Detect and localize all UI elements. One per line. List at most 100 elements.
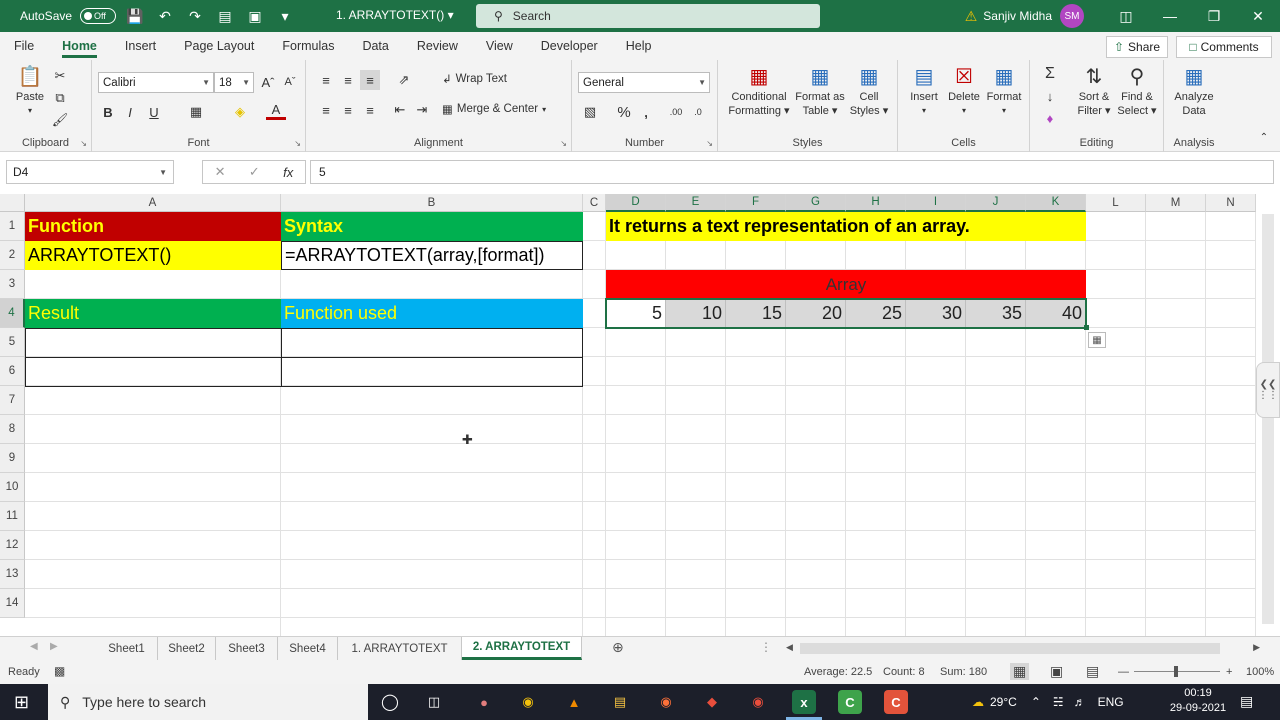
increase-font-icon[interactable]: Aˆ [258, 72, 278, 92]
volume-icon[interactable]: ♬ [1074, 695, 1086, 709]
cell-a4[interactable]: Result [25, 299, 281, 328]
conditional-formatting-button[interactable]: ▦ Conditional Formatting ▾ [724, 64, 794, 118]
delete-cells-button[interactable]: ☒ Delete ▾ [944, 64, 984, 118]
decrease-indent-icon[interactable]: ⇤ [390, 100, 410, 120]
underline-icon[interactable]: U [144, 102, 164, 122]
wrap-text-button[interactable]: ↲ Wrap Text [442, 72, 507, 86]
font-color-icon[interactable]: A [266, 102, 286, 120]
cell-b2[interactable]: =ARRAYTOTEXT(array,[format]) [281, 241, 583, 270]
sheet-tab-5[interactable]: 1. ARRAYTOTEXT [338, 637, 462, 660]
vlc-icon[interactable]: ▲ [562, 690, 586, 714]
cell-d3-array-header[interactable]: Array [606, 270, 1086, 299]
row-header-7[interactable]: 7 [0, 386, 25, 415]
add-sheet-icon[interactable]: ⊕ [612, 639, 624, 656]
tab-developer[interactable]: Developer [527, 32, 612, 60]
document-title[interactable]: 1. ARRAYTOTEXT() ▾ [336, 8, 454, 22]
cell-b6[interactable] [281, 357, 583, 386]
number-format-select[interactable]: General ▼ [578, 72, 710, 93]
tab-splitter-icon[interactable]: ⋮ [760, 640, 772, 654]
file-explorer-icon[interactable]: ▤ [608, 690, 632, 714]
sum-status[interactable]: Sum: 180 [940, 666, 987, 678]
fill-handle[interactable] [1084, 325, 1089, 330]
cell-styles-button[interactable]: ▦ Cell Styles ▾ [846, 64, 892, 118]
decrease-font-icon[interactable]: Aˇ [280, 72, 300, 92]
autosave-toggle[interactable]: Off [80, 8, 117, 24]
bold-icon[interactable]: B [98, 102, 118, 122]
array-value-cell[interactable]: 20 [786, 299, 846, 328]
quick-analysis-icon[interactable]: ▦ [1088, 332, 1106, 348]
tab-file[interactable]: File [0, 32, 48, 60]
increase-indent-icon[interactable]: ⇥ [412, 100, 432, 120]
app-icon-3[interactable]: ◉ [746, 690, 770, 714]
customize-qat-icon[interactable]: ▾ [274, 5, 296, 27]
page-layout-view-icon[interactable]: ▣ [1050, 663, 1063, 680]
font-size-select[interactable]: 18 ▼ [214, 72, 254, 93]
sheet-tab-1[interactable]: Sheet1 [96, 637, 158, 660]
collapse-ribbon-icon[interactable]: ⌃ [1254, 127, 1274, 147]
cell-d1[interactable]: It returns a text representation of an a… [606, 212, 1086, 241]
search-box[interactable]: ⚲ Search [476, 4, 820, 28]
align-middle-icon[interactable]: ≡ [338, 70, 358, 90]
close-icon[interactable]: ✕ [1236, 0, 1280, 32]
format-as-table-button[interactable]: ▦ Format as Table ▾ [792, 64, 848, 118]
autosum-icon[interactable]: Σ [1040, 64, 1060, 84]
fill-color-icon[interactable]: ◈ [230, 102, 250, 122]
vertical-scroll-thumb[interactable] [1262, 214, 1274, 624]
warning-icon[interactable]: ⚠ [965, 8, 978, 25]
row-header-14[interactable]: 14 [0, 589, 25, 618]
redo-icon[interactable]: ↷ [184, 5, 206, 27]
array-value-cell[interactable]: 40 [1026, 299, 1086, 328]
undo-icon[interactable]: ↶ [154, 5, 176, 27]
column-header-b[interactable]: B [281, 194, 583, 212]
horizontal-scrollbar[interactable]: ◀ ▶ [786, 642, 1260, 656]
array-value-cell[interactable]: 25 [846, 299, 906, 328]
temperature[interactable]: 29°C [990, 695, 1017, 709]
column-header-a[interactable]: A [25, 194, 281, 212]
sort-filter-button[interactable]: ⇅ Sort & Filter ▾ [1074, 64, 1114, 118]
zoom-level[interactable]: 100% [1246, 666, 1274, 678]
cell-b4[interactable]: Function used [281, 299, 583, 328]
page-break-view-icon[interactable]: ▤ [1086, 663, 1099, 680]
italic-icon[interactable]: I [120, 102, 140, 122]
picture-icon[interactable]: ▣ [244, 5, 266, 27]
cell-a2[interactable]: ARRAYTOTEXT() [25, 241, 281, 270]
tray-chevron-icon[interactable]: ⌃ [1031, 695, 1041, 709]
fill-icon[interactable]: ↓ [1040, 86, 1060, 106]
row-header-1[interactable]: 1 [0, 212, 25, 241]
row-header-12[interactable]: 12 [0, 531, 25, 560]
array-value-cell[interactable]: 35 [966, 299, 1026, 328]
taskbar-search[interactable]: ⚲ Type here to search [48, 684, 368, 720]
analyze-data-button[interactable]: ▦ Analyze Data [1170, 64, 1218, 118]
cell-a5[interactable] [25, 328, 281, 357]
column-header-c[interactable]: C [583, 194, 606, 212]
zoom-slider-thumb[interactable] [1174, 666, 1178, 677]
cell-a6[interactable] [25, 357, 281, 386]
side-panel-handle[interactable]: ❮❮ ⋮⋮ [1256, 362, 1280, 418]
avatar[interactable]: SM [1060, 4, 1084, 28]
count-status[interactable]: Count: 8 [883, 666, 925, 678]
paste-button[interactable]: 📋 Paste ▾ [10, 64, 50, 118]
minimize-icon[interactable]: — [1148, 0, 1192, 32]
row-header-3[interactable]: 3 [0, 270, 25, 299]
alignment-launcher-icon[interactable]: ↘ [560, 139, 567, 148]
scroll-sheets-left-icon[interactable]: ◀ [30, 641, 38, 652]
decrease-decimal-icon[interactable]: .0 [688, 102, 708, 122]
clear-icon[interactable]: ♦ [1040, 108, 1060, 128]
array-value-cell[interactable]: 10 [666, 299, 726, 328]
number-launcher-icon[interactable]: ↘ [706, 139, 713, 148]
cell-a1[interactable]: Function [25, 212, 281, 241]
accessibility-icon[interactable]: ▩ [54, 664, 65, 678]
horizontal-scroll-thumb[interactable] [800, 643, 1220, 654]
tab-help[interactable]: Help [612, 32, 666, 60]
share-button[interactable]: ⇧ Share [1106, 36, 1168, 58]
column-header-n[interactable]: N [1206, 194, 1256, 212]
row-header-4[interactable]: 4 [0, 299, 25, 328]
app-icon-1[interactable]: ● [472, 690, 496, 714]
array-value-cell[interactable]: 5 [606, 299, 666, 328]
format-cells-button[interactable]: ▦ Format ▾ [984, 64, 1024, 118]
cortana-icon[interactable]: ◯ [378, 690, 402, 714]
cell-b1[interactable]: Syntax [281, 212, 583, 241]
array-value-cell[interactable]: 30 [906, 299, 966, 328]
comma-icon[interactable]: , [636, 102, 656, 122]
select-all-corner[interactable] [0, 194, 25, 212]
